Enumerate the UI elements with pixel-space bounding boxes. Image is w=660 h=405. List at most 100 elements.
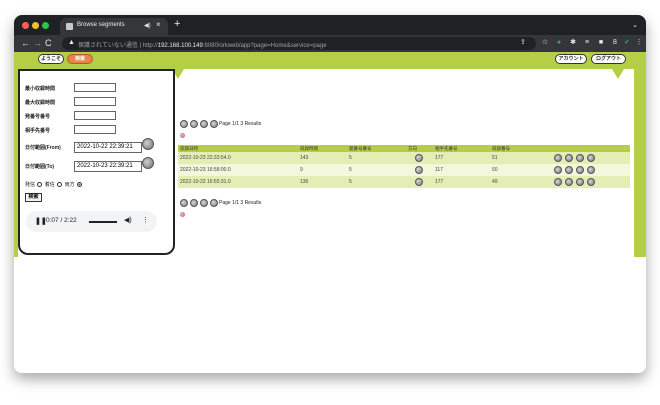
cell-duration: 9 <box>300 167 303 173</box>
forward-icon[interactable]: → <box>33 38 42 48</box>
table-row[interactable]: 2022-10-23 16:58:00.0 9 5 → 117 50 <box>178 164 630 176</box>
security-label: 保護されていない通信 <box>78 43 138 49</box>
extensions-puzzle-icon[interactable]: ✱ <box>568 38 578 48</box>
minimize-window-icon[interactable] <box>32 22 39 29</box>
direction-both-radio[interactable] <box>77 182 82 188</box>
right-frame-bar <box>634 67 646 257</box>
direction-in-label: 着信 <box>44 182 55 188</box>
volume-icon[interactable]: ◀) <box>124 216 132 224</box>
next-page-icon[interactable] <box>200 120 208 128</box>
direction-radio-group: 発信 着信 両方 <box>25 181 83 188</box>
delete-icon[interactable] <box>587 166 595 174</box>
profile-icon[interactable]: 8 <box>610 38 620 48</box>
browser-window: Browse segments ◀) × + ⌄ ← → C ▲ 保護されていな… <box>14 15 646 373</box>
results-table: 収録日時 収録時間 発番号番号 方向 相手先番号 収録番号 2022-10-23… <box>178 145 630 188</box>
share-icon[interactable]: ⇪ <box>518 38 528 48</box>
audio-player: ❚❚ 0:07 / 2:22 ◀) ⋮ <box>26 211 157 232</box>
caller-input[interactable] <box>74 111 116 120</box>
direction-arrow-icon: → <box>415 166 423 174</box>
maximize-window-icon[interactable] <box>42 22 49 29</box>
delete-icon[interactable] <box>587 178 595 186</box>
url-text: 保護されていない通信 | http://192.168.100.149:8080… <box>78 43 327 49</box>
audio-progress-track[interactable] <box>89 221 117 223</box>
back-icon[interactable]: ← <box>21 38 30 48</box>
browser-menu-icon[interactable]: ⋮ <box>634 38 644 48</box>
logout-button[interactable]: ログアウト <box>591 54 626 64</box>
play-icon[interactable] <box>554 178 562 186</box>
download-icon[interactable] <box>565 166 573 174</box>
max-duration-input[interactable] <box>74 97 116 106</box>
pause-icon[interactable]: ❚❚ <box>35 217 47 225</box>
date-from-label: 日付範囲(From) <box>25 145 61 151</box>
app-header: ようこそ 検索 アカウント ログアウト <box>14 52 646 67</box>
last-page-icon[interactable] <box>210 199 218 207</box>
more-options-icon[interactable]: ⋮ <box>142 216 149 224</box>
new-tab-button[interactable]: + <box>174 19 180 30</box>
date-to-input[interactable]: 2022-10-23 22:39:21 <box>74 161 142 172</box>
info-icon[interactable] <box>576 178 584 186</box>
audio-time: 0:07 / 2:22 <box>46 217 77 224</box>
table-row[interactable]: 2022-10-23 16:55:31.0 136 5 → 177 49 <box>178 176 630 188</box>
date-from-calendar-icon[interactable] <box>142 138 154 150</box>
cell-local: 5 <box>349 179 352 185</box>
date-to-calendar-icon[interactable] <box>142 157 154 169</box>
download-icon[interactable] <box>565 178 573 186</box>
search-tab-button[interactable]: 検索 <box>67 54 93 64</box>
browser-toolbar: ← → C ▲ 保護されていない通信 | http://192.168.100.… <box>14 35 646 52</box>
direction-out-label: 発信 <box>25 182 36 188</box>
info-icon[interactable] <box>576 154 584 162</box>
table-row[interactable]: 2022-10-23 22:33:54.0 143 5 → 177 51 <box>178 152 630 164</box>
direction-arrow-icon: → <box>415 178 423 186</box>
play-icon[interactable] <box>554 166 562 174</box>
cell-date: 2022-10-23 16:58:00.0 <box>180 167 231 173</box>
account-button[interactable]: アカウント <box>555 54 587 64</box>
speaker-icon[interactable]: ◀) <box>144 22 151 29</box>
direction-out-radio[interactable] <box>37 182 43 188</box>
web-page: ようこそ 検索 アカウント ログアウト 最小収録時間 最大収録時間 発番号番号 … <box>14 52 646 373</box>
tab-browse-segments[interactable]: Browse segments ◀) × <box>60 18 168 35</box>
extension-shield-icon[interactable]: ● <box>554 38 564 48</box>
select-all-icon[interactable] <box>180 133 185 138</box>
bookmark-star-icon[interactable]: ☆ <box>540 38 550 48</box>
search-panel: 最小収録時間 最大収録時間 発番号番号 相手先番号 日付範囲(From) 202… <box>18 69 175 255</box>
cell-recno: 49 <box>492 179 498 185</box>
callee-label: 相手先番号 <box>25 128 51 134</box>
pager-text: Page 1/1 3 Results <box>219 200 262 206</box>
warning-icon[interactable]: ▲ <box>68 39 75 46</box>
min-duration-input[interactable] <box>74 83 116 92</box>
next-page-icon[interactable] <box>200 199 208 207</box>
prev-page-icon[interactable] <box>190 120 198 128</box>
callee-input[interactable] <box>74 125 116 134</box>
select-all-icon[interactable] <box>180 212 185 217</box>
download-icon[interactable] <box>565 154 573 162</box>
extension-check-icon[interactable]: ✔ <box>622 38 632 48</box>
url-host: 192.168.100.149 <box>157 43 203 49</box>
welcome-button[interactable]: ようこそ <box>38 54 64 64</box>
prev-page-icon[interactable] <box>190 199 198 207</box>
last-page-icon[interactable] <box>210 120 218 128</box>
tab-title: Browse segments <box>77 22 125 28</box>
info-icon[interactable] <box>576 166 584 174</box>
side-panel-icon[interactable]: ■ <box>596 38 606 48</box>
date-from-input[interactable]: 2022-10-22 22:39:21 <box>74 142 142 153</box>
tab-search-icon[interactable]: ⌄ <box>632 21 638 29</box>
first-page-icon[interactable] <box>180 199 188 207</box>
search-button[interactable]: 検索 <box>25 193 42 202</box>
max-duration-label: 最大収録時間 <box>25 100 56 106</box>
direction-both-label: 両方 <box>64 182 75 188</box>
direction-arrow-icon: → <box>415 154 423 162</box>
cell-remote: 117 <box>435 167 443 173</box>
cell-recno: 51 <box>492 155 498 161</box>
reload-icon[interactable]: C <box>45 38 52 48</box>
play-icon[interactable] <box>554 154 562 162</box>
reading-list-icon[interactable]: ≡ <box>582 38 592 48</box>
page-corner-triangle <box>612 69 624 79</box>
close-window-icon[interactable] <box>22 22 29 29</box>
delete-icon[interactable] <box>587 154 595 162</box>
tab-close-icon[interactable]: × <box>156 21 161 29</box>
first-page-icon[interactable] <box>180 120 188 128</box>
cell-remote: 177 <box>435 179 444 185</box>
direction-in-radio[interactable] <box>57 182 63 188</box>
address-bar[interactable]: ▲ 保護されていない通信 | http://192.168.100.149:80… <box>62 37 536 50</box>
cell-recno: 50 <box>492 167 498 173</box>
